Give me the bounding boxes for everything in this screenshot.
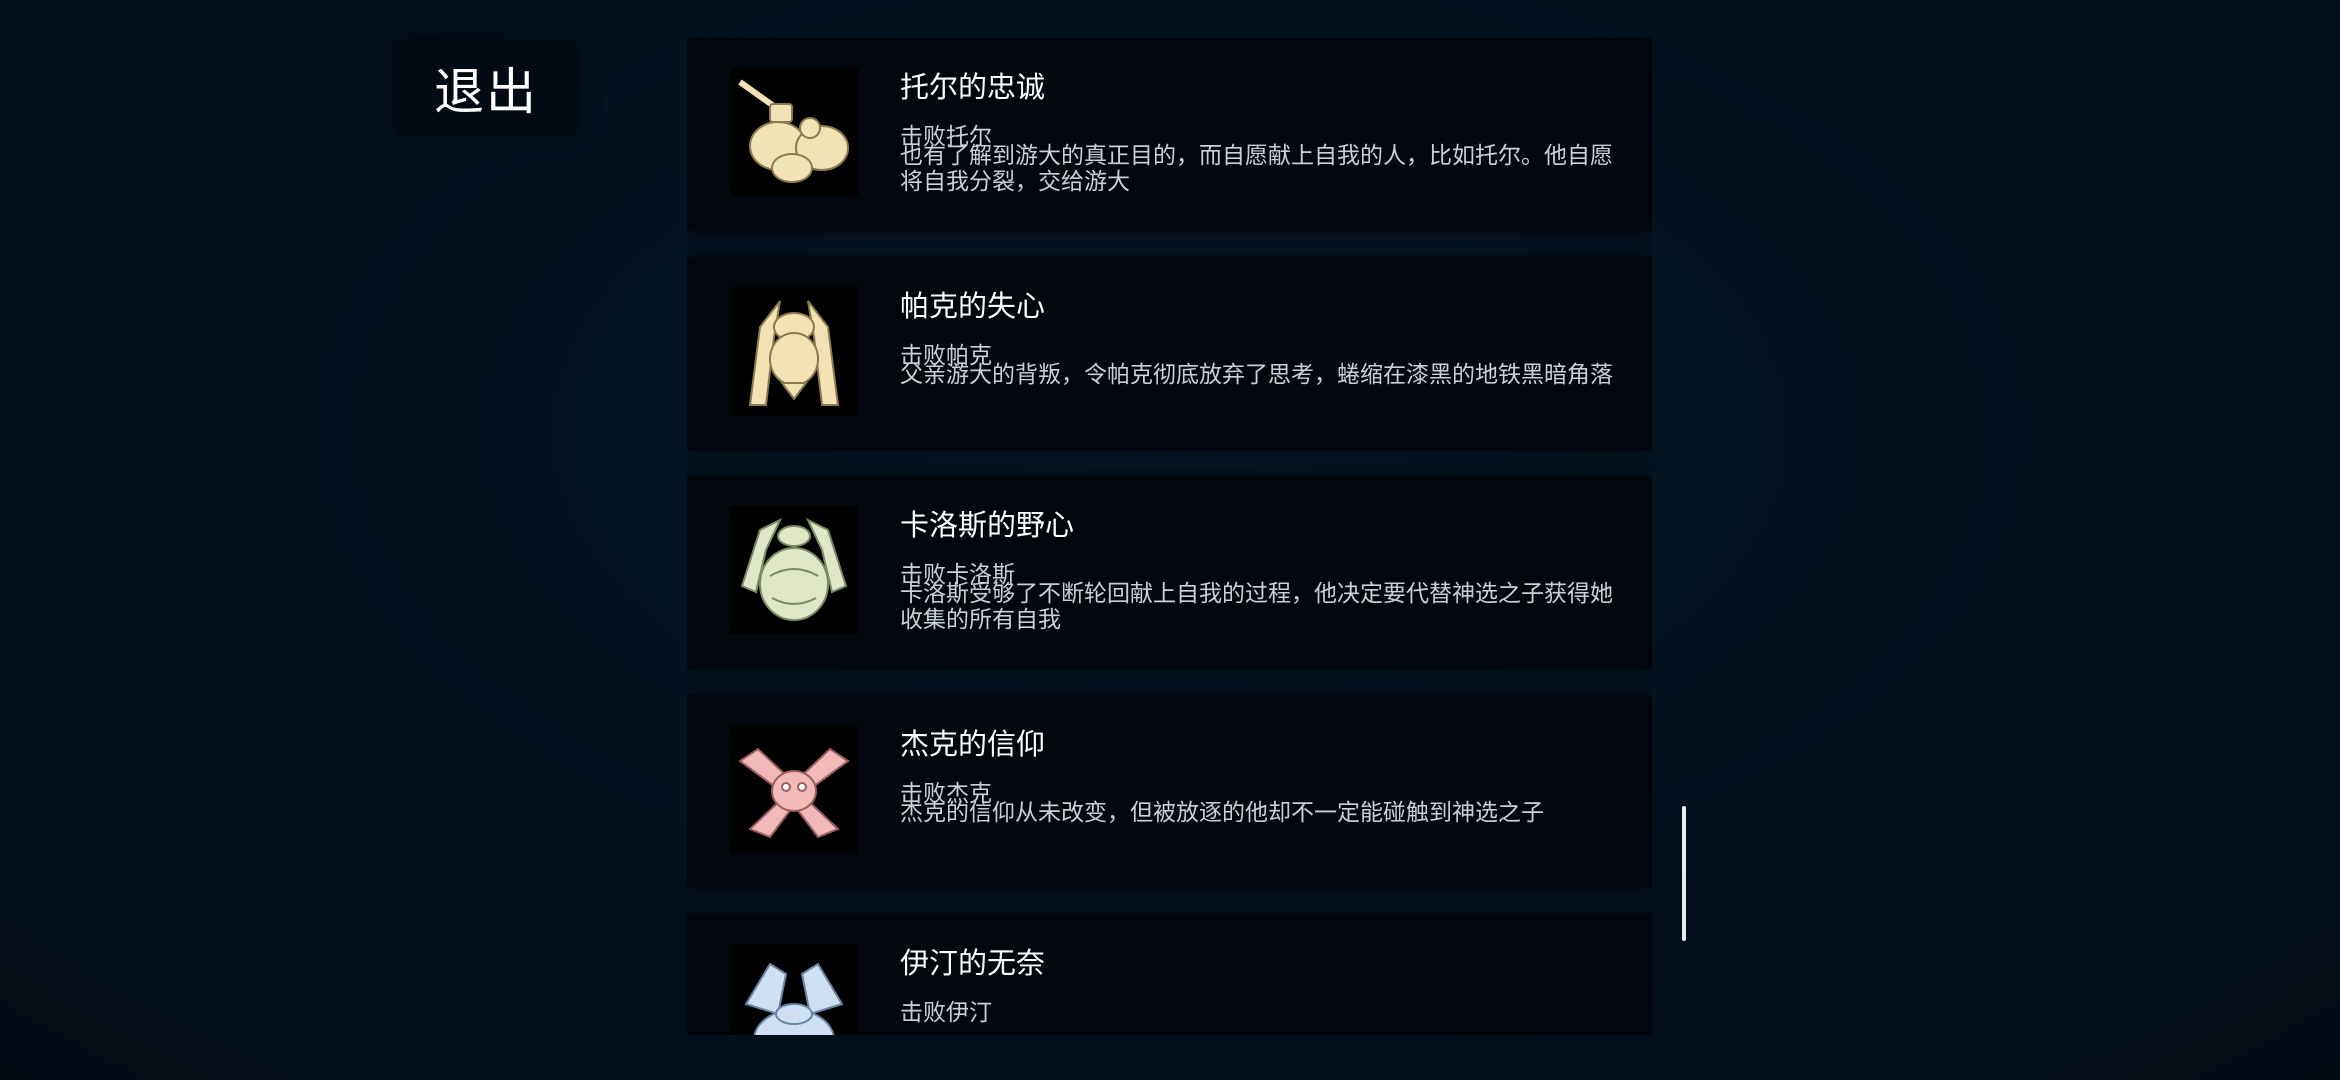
jack-portrait-icon xyxy=(730,725,858,853)
achievement-title: 卡洛斯的野心 xyxy=(900,508,1075,542)
achievement-card-tor[interactable]: 托尔的忠诚 击败托尔 也有了解到游大的真正目的，而自愿献上自我的人，比如托尔。他… xyxy=(687,38,1652,231)
achievement-description: 也有了解到游大的真正目的，而自愿献上自我的人，比如托尔。他自愿将自我分裂，交给游… xyxy=(900,143,1613,195)
achievement-card-jack[interactable]: 杰克的信仰 击败杰克 杰克的信仰从未改变，但被放逐的他却不一定能碰触到神选之子 xyxy=(687,695,1652,888)
scrollbar-thumb[interactable] xyxy=(1682,806,1686,941)
achievement-description: 父亲游大的背叛，令帕克彻底放弃了思考，蜷缩在漆黑的地铁黑暗角落 xyxy=(900,362,1613,388)
achievement-title: 伊汀的无奈 xyxy=(900,946,1046,980)
achievement-subtitle: 击败伊汀 xyxy=(900,1000,992,1026)
iting-portrait-icon xyxy=(730,944,858,1035)
achievement-description: 杰克的信仰从未改变，但被放逐的他却不一定能碰触到神选之子 xyxy=(900,800,1544,826)
park-portrait-icon xyxy=(730,287,858,415)
achievement-list[interactable]: 托尔的忠诚 击败托尔 也有了解到游大的真正目的，而自愿献上自我的人，比如托尔。他… xyxy=(687,38,1652,1035)
exit-button[interactable]: 退出 xyxy=(395,40,577,135)
achievement-card-park[interactable]: 帕克的失心 击败帕克 父亲游大的背叛，令帕克彻底放弃了思考，蜷缩在漆黑的地铁黑暗… xyxy=(687,257,1652,450)
achievement-title: 托尔的忠诚 xyxy=(900,70,1046,104)
tor-portrait-icon xyxy=(730,68,858,196)
achievement-card-carlos[interactable]: 卡洛斯的野心 击败卡洛斯 卡洛斯受够了不断轮回献上自我的过程，他决定要代替神选之… xyxy=(687,476,1652,669)
achievement-title: 杰克的信仰 xyxy=(900,727,1046,761)
achievement-title: 帕克的失心 xyxy=(900,289,1046,323)
achievement-card-iting[interactable]: 伊汀的无奈 击败伊汀 xyxy=(687,914,1652,1035)
carlos-portrait-icon xyxy=(730,506,858,634)
achievement-description: 卡洛斯受够了不断轮回献上自我的过程，他决定要代替神选之子获得她收集的所有自我 xyxy=(900,581,1613,633)
